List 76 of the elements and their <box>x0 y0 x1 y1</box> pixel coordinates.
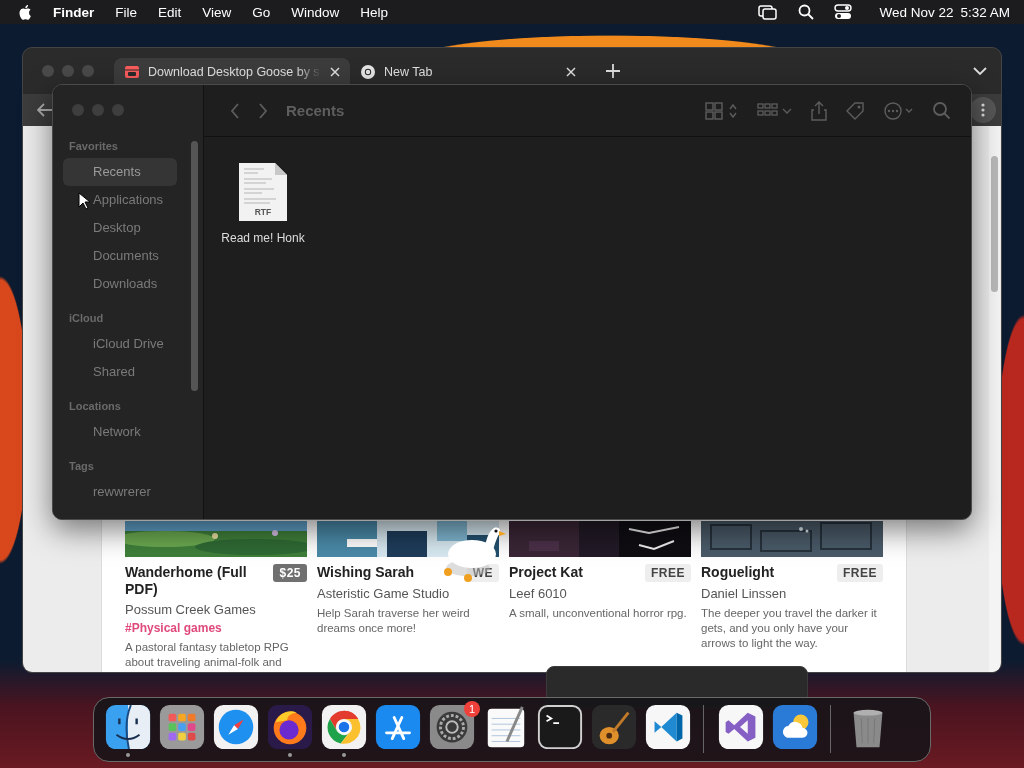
game-title[interactable]: Wanderhome (Full PDF) <box>125 564 270 598</box>
notification-badge: 1 <box>464 701 480 717</box>
share-icon[interactable] <box>811 100 827 121</box>
menu-date[interactable]: Wed Nov 22 <box>879 4 954 20</box>
compass-icon[interactable] <box>213 705 259 750</box>
apple-icon[interactable] <box>19 4 33 20</box>
flame-globe-icon[interactable] <box>267 705 313 750</box>
scrollbar-thumb[interactable] <box>191 141 198 391</box>
screen-mirroring-icon[interactable] <box>758 4 779 20</box>
more-button[interactable] <box>970 97 996 123</box>
game-description: The deeper you travel the darker it gets, and you only have your arrows to light the way. <box>701 606 878 651</box>
search-icon[interactable] <box>798 4 815 20</box>
menu-item[interactable]: Edit <box>158 4 182 20</box>
back-icon[interactable] <box>230 102 240 119</box>
gear-icon[interactable] <box>429 705 475 750</box>
browser-logo-icon <box>360 63 376 80</box>
menu-item[interactable]: File <box>115 4 138 20</box>
document-icon[interactable]: RTF <box>239 163 287 221</box>
menu-time[interactable]: 5:32 AM <box>960 4 1010 20</box>
tag-link[interactable]: #Physical games <box>125 621 307 635</box>
price-tag: FREE <box>645 564 691 582</box>
sidebar-item[interactable]: Recents <box>63 158 177 186</box>
game-title[interactable]: Wishing Sarah <box>317 564 415 581</box>
author-link[interactable]: Daniel Linssen <box>701 586 883 601</box>
sidebar-item[interactable]: Applications <box>63 186 177 214</box>
price-tag: FREE <box>837 564 883 582</box>
kebab-icon <box>981 103 985 117</box>
app-grid-icon[interactable] <box>159 705 205 750</box>
window-title: Recents <box>286 102 345 119</box>
cloud-sun-icon[interactable] <box>772 705 818 750</box>
tab-title[interactable]: New Tab <box>384 64 558 79</box>
author-link[interactable]: Leef 6010 <box>509 586 691 601</box>
tag-icon[interactable] <box>845 100 865 121</box>
game-description: A small, unconventional horror rpg. <box>509 606 688 621</box>
file-type-label: RTF <box>253 207 273 217</box>
scrollbar-track[interactable] <box>989 126 1000 672</box>
chevron-down-icon[interactable] <box>973 66 987 76</box>
sidebar-item[interactable]: Documents <box>63 242 177 270</box>
section-heading: Favorites <box>68 139 119 154</box>
ribbon-icon[interactable] <box>718 705 764 750</box>
game-title[interactable]: Roguelight <box>701 564 775 581</box>
guitar-icon[interactable] <box>591 705 637 750</box>
cursor-icon <box>78 192 90 210</box>
more-icon[interactable] <box>883 100 915 121</box>
app-menu[interactable]: Finder <box>53 4 95 20</box>
game-description: Help Sarah traverse her weird dreams once more! <box>317 606 471 636</box>
file-name[interactable]: Read me! Honk <box>221 231 305 245</box>
terminal-icon[interactable] <box>537 705 583 750</box>
forward-icon[interactable] <box>258 102 268 119</box>
sidebar-item[interactable]: Desktop <box>63 214 177 242</box>
back-arrow-icon[interactable] <box>37 103 53 117</box>
sidebar-item[interactable]: rewwrerer <box>63 478 177 506</box>
sidebar-item[interactable]: Network <box>63 418 177 446</box>
sidebar-item[interactable]: Downloads <box>63 270 177 298</box>
sidebar-item[interactable]: iCloud Drive <box>63 330 177 358</box>
game-description: A pastoral fantasy tabletop RPG about traveling animal-folk and <box>125 640 290 670</box>
control-center-icon[interactable] <box>834 4 853 20</box>
section-heading: Tags <box>68 459 95 474</box>
game-title[interactable]: Project Kat <box>509 564 583 581</box>
browser-tab[interactable]: New Tab <box>350 58 586 85</box>
menu-item[interactable]: View <box>202 4 232 20</box>
author-link[interactable]: Possum Creek Games <box>125 602 307 617</box>
sidebar-item[interactable]: Shared <box>63 358 177 386</box>
new-tab-icon[interactable] <box>606 64 620 78</box>
app-store-icon[interactable] <box>375 705 421 750</box>
author-link[interactable]: Asteristic Game Studio <box>317 586 499 601</box>
scrollbar-thumb[interactable] <box>991 156 998 292</box>
menu-item[interactable]: Go <box>252 4 271 20</box>
section-heading: iCloud <box>68 311 105 326</box>
price-tag: $25 <box>273 564 307 582</box>
close-icon[interactable] <box>566 66 576 77</box>
section-heading: Locations <box>68 399 122 414</box>
code-editor-icon[interactable] <box>645 705 691 750</box>
menu-item[interactable]: Help <box>360 4 389 20</box>
face-icon[interactable] <box>105 705 151 750</box>
menu-item[interactable]: Window <box>291 4 340 20</box>
